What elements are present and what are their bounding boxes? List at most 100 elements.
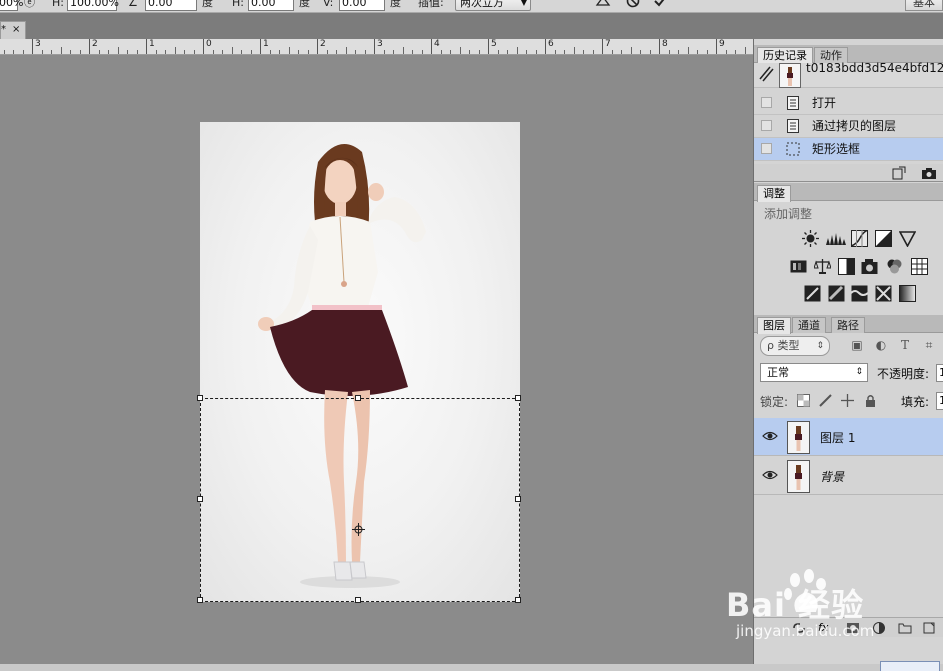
new-layer-icon[interactable] bbox=[922, 621, 936, 635]
hue-saturation-icon[interactable] bbox=[790, 258, 807, 275]
selection-marquee[interactable] bbox=[197, 395, 521, 603]
new-adjustment-layer-icon[interactable] bbox=[872, 621, 886, 635]
threshold-icon[interactable] bbox=[851, 285, 868, 302]
invert-icon[interactable] bbox=[804, 285, 821, 302]
document-tab[interactable]: * × bbox=[0, 21, 26, 39]
filter-adjustment-icon[interactable]: ◐ bbox=[874, 338, 888, 352]
eye-icon[interactable] bbox=[762, 430, 778, 442]
layer-row[interactable]: 图层 1 bbox=[754, 418, 943, 456]
ruler-minor-tick bbox=[184, 50, 185, 54]
angle-unit: 度 bbox=[202, 0, 213, 9]
layers-panel-tabs: 图层 通道 路径 bbox=[754, 315, 943, 334]
layer-name[interactable]: 背景 bbox=[820, 468, 844, 485]
gradient-map-icon[interactable] bbox=[875, 285, 892, 302]
hskew-field[interactable]: 0.00 bbox=[248, 0, 294, 11]
layer-style-icon[interactable]: fx bbox=[818, 621, 832, 635]
color-balance-icon[interactable] bbox=[814, 258, 831, 275]
fill-field[interactable]: 1 bbox=[936, 392, 943, 410]
ruler-label: 5 bbox=[491, 39, 497, 49]
taskbar-chip[interactable] bbox=[880, 661, 940, 671]
lock-transparency-icon[interactable] bbox=[797, 394, 810, 407]
add-mask-icon[interactable] bbox=[846, 621, 860, 635]
history-step[interactable]: 通过拷贝的图层 bbox=[754, 115, 943, 138]
transform-handle-bottom-right[interactable] bbox=[515, 597, 521, 603]
ruler-major-tick bbox=[545, 39, 546, 54]
filter-pixel-icon[interactable]: ▣ bbox=[850, 338, 864, 352]
layer-row[interactable]: 背景 bbox=[754, 457, 943, 495]
tab-paths[interactable]: 路径 bbox=[831, 317, 865, 333]
opacity-field[interactable]: 1 bbox=[936, 364, 943, 382]
transform-handle-right[interactable] bbox=[515, 496, 521, 502]
height-field[interactable]: 100.00% bbox=[67, 0, 119, 11]
filter-type-icon[interactable]: T bbox=[898, 338, 912, 352]
tab-adjustments[interactable]: 调整 bbox=[757, 185, 791, 202]
tab-history[interactable]: 历史记录 bbox=[757, 47, 813, 64]
transform-handle-top[interactable] bbox=[355, 395, 361, 401]
eye-icon[interactable] bbox=[762, 469, 778, 481]
ruler-minor-tick bbox=[70, 50, 71, 54]
selective-color-icon[interactable] bbox=[899, 285, 916, 302]
close-icon[interactable]: × bbox=[12, 22, 20, 38]
vibrance-icon[interactable] bbox=[899, 230, 916, 247]
brightness-icon[interactable] bbox=[802, 230, 819, 247]
lock-pixels-icon[interactable] bbox=[819, 394, 832, 407]
layer-name[interactable]: 图层 1 bbox=[820, 429, 855, 446]
commit-transform-icon[interactable] bbox=[652, 0, 670, 11]
ruler-major-tick bbox=[32, 39, 33, 54]
camera-icon[interactable] bbox=[921, 166, 937, 180]
ruler-minor-tick bbox=[60, 47, 62, 54]
ruler-minor-tick bbox=[51, 50, 52, 54]
layer-filter-dropdown[interactable]: ρ 类型 ⇕ bbox=[760, 336, 830, 356]
blend-mode-value: 正常 bbox=[767, 366, 789, 379]
width-field[interactable]: 00% bbox=[0, 0, 23, 11]
lock-position-icon[interactable] bbox=[841, 394, 854, 407]
transform-handle-bottom[interactable] bbox=[355, 597, 361, 603]
interpolation-label: 插值: bbox=[418, 0, 444, 9]
color-lookup-icon[interactable] bbox=[911, 258, 928, 275]
history-step-label: 矩形选框 bbox=[812, 142, 861, 156]
tab-layers[interactable]: 图层 bbox=[757, 317, 791, 334]
canvas-area[interactable] bbox=[0, 55, 753, 671]
photo-filter-icon[interactable] bbox=[861, 258, 878, 275]
filter-shape-icon[interactable]: ⌗ bbox=[922, 338, 936, 352]
angle-field[interactable]: 0.00 bbox=[145, 0, 197, 11]
cancel-transform-icon[interactable] bbox=[624, 0, 642, 11]
tab-channels[interactable]: 通道 bbox=[792, 317, 826, 333]
exposure-icon[interactable] bbox=[875, 230, 892, 247]
black-white-icon[interactable] bbox=[838, 258, 855, 275]
ruler-minor-tick bbox=[79, 50, 81, 54]
history-step[interactable]: 打开 bbox=[754, 92, 943, 115]
transform-handle-bottom-left[interactable] bbox=[197, 597, 203, 603]
history-step-checkbox[interactable] bbox=[761, 143, 772, 154]
workspace-switcher[interactable]: 基本 bbox=[905, 0, 943, 11]
reference-point-icon[interactable] bbox=[352, 523, 365, 536]
history-snapshot[interactable]: t0183bdd3d54e4bfd12.jpg bbox=[754, 61, 943, 88]
posterize-icon[interactable] bbox=[828, 285, 845, 302]
link-layers-icon[interactable] bbox=[792, 621, 806, 635]
new-group-icon[interactable] bbox=[898, 621, 912, 635]
curves-icon[interactable] bbox=[851, 230, 868, 247]
options-bar: 00% ⓔ H: 100.00% ∠ 0.00 度 H: 0.00 度 V: 0… bbox=[0, 0, 943, 13]
ruler-minor-tick bbox=[478, 50, 480, 54]
ruler-minor-tick bbox=[127, 50, 128, 54]
height-label: H: bbox=[52, 0, 64, 9]
new-document-from-state-icon[interactable] bbox=[891, 166, 906, 180]
link-icon[interactable]: ⓔ bbox=[24, 0, 35, 11]
interpolation-dropdown[interactable]: 两次立方 ▼ bbox=[455, 0, 531, 11]
warp-mode-icon[interactable] bbox=[594, 0, 612, 11]
ruler-minor-tick bbox=[516, 47, 518, 54]
levels-icon[interactable] bbox=[826, 230, 846, 247]
transform-handle-left[interactable] bbox=[197, 496, 203, 502]
history-step-checkbox[interactable] bbox=[761, 97, 772, 108]
transform-handle-top-right[interactable] bbox=[515, 395, 521, 401]
history-step[interactable]: 矩形选框 bbox=[754, 138, 943, 161]
history-step-checkbox[interactable] bbox=[761, 120, 772, 131]
vskew-field[interactable]: 0.00 bbox=[339, 0, 385, 11]
history-step-label: 打开 bbox=[812, 96, 837, 110]
channel-mixer-icon[interactable] bbox=[886, 258, 903, 275]
blend-mode-dropdown[interactable]: 正常 ⇕ bbox=[760, 363, 868, 382]
lock-all-icon[interactable] bbox=[864, 394, 877, 407]
ruler-minor-tick bbox=[535, 50, 537, 54]
horizontal-ruler[interactable]: 3 2 1 0 1 2 3 4 5 6 7 8 9 bbox=[0, 39, 753, 55]
transform-handle-top-left[interactable] bbox=[197, 395, 203, 401]
